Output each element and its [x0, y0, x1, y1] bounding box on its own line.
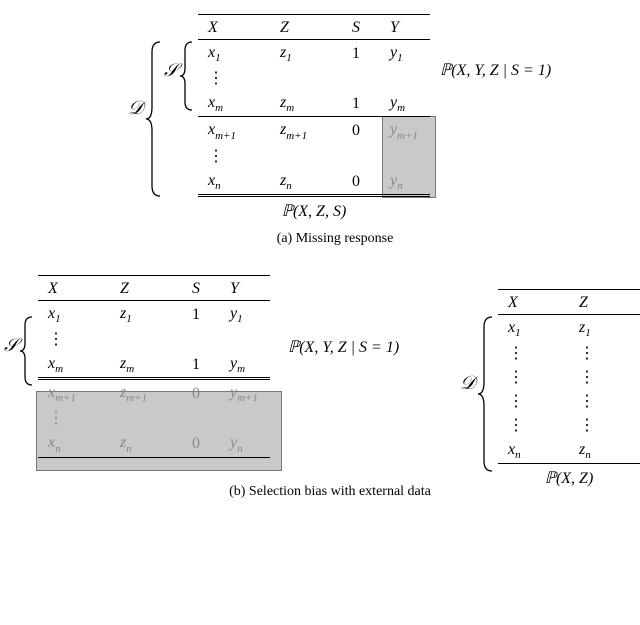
table-row: ⋮ ⋮	[498, 413, 640, 437]
label-D-b: 𝒟	[460, 373, 475, 395]
table-row: ⋮ ⋮	[498, 341, 640, 365]
table-row: xn zn	[498, 437, 640, 464]
table-b-left: X Z S Y x1 z1 1 y1 ⋮ xm zm 1 ym xm+1 zm+…	[38, 275, 270, 458]
th-X: X	[198, 15, 270, 40]
table-b-right-header: X Z	[498, 289, 640, 314]
th-Y: Y	[220, 275, 270, 300]
table-row: xm+1 zm+1 0 ym+1	[38, 379, 270, 407]
brace-D-b	[478, 315, 494, 473]
dist-PXYZgS-a: ℙ(X, Y, Z | S = 1)	[440, 60, 551, 80]
table-row: ⋮	[198, 144, 430, 168]
table-b-right: X Z x1 z1 ⋮ ⋮ ⋮ ⋮ ⋮ ⋮ ⋮ ⋮ xn zn ℙ(X, Z)	[498, 289, 640, 490]
table-row: ⋮	[38, 327, 270, 351]
table-b-header: X Z S Y	[38, 275, 270, 300]
caption-a: (a) Missing response	[30, 231, 640, 247]
table-row: xn zn 0 yn	[38, 430, 270, 457]
brace-S-a	[180, 40, 194, 112]
table-b-right-footer: ℙ(X, Z)	[498, 464, 640, 491]
th-Z: Z	[569, 289, 640, 314]
table-row: x1 z1 1 y1	[38, 300, 270, 327]
th-X: X	[498, 289, 569, 314]
th-S: S	[342, 15, 380, 40]
th-Y: Y	[380, 15, 430, 40]
figure-a: 𝒟 𝒮 ℙ(X, Y, Z | S = 1) X Z S Y x1 z1 1 y…	[0, 0, 640, 247]
label-D: 𝒟	[128, 98, 143, 120]
table-row: xm zm 1 ym	[38, 351, 270, 379]
brace-S-b	[20, 315, 34, 387]
th-Z: Z	[110, 275, 182, 300]
th-Z: Z	[270, 15, 342, 40]
table-row: xm+1 zm+1 0 ym+1	[198, 117, 430, 144]
table-row: x1 z1	[498, 314, 640, 341]
table-a: X Z S Y x1 z1 1 y1 ⋮ xm zm 1 ym xm+1 zm+…	[198, 14, 430, 223]
label-S-a: 𝒮	[164, 60, 178, 81]
th-X: X	[38, 275, 110, 300]
table-row: xn zn 0 yn	[198, 168, 430, 196]
table-a-header: X Z S Y	[198, 15, 430, 40]
table-row: ⋮ ⋮	[498, 389, 640, 413]
table-a-footer: ℙ(X, Z, S)	[198, 195, 430, 223]
table-row: ⋮	[198, 66, 430, 90]
table-row: xm zm 1 ym	[198, 90, 430, 117]
table-row: ⋮	[38, 406, 270, 430]
dist-PXYZgS-b: ℙ(X, Y, Z | S = 1)	[288, 337, 399, 357]
label-S-b: 𝒮	[4, 335, 18, 356]
table-row: ⋮ ⋮	[498, 365, 640, 389]
figure-b: 𝒮 ℙ(X, Y, Z | S = 1) X Z S Y x1 z1 1 y1 …	[0, 275, 640, 500]
table-row: x1 z1 1 y1	[198, 40, 430, 67]
th-S: S	[182, 275, 220, 300]
brace-D	[146, 40, 162, 198]
